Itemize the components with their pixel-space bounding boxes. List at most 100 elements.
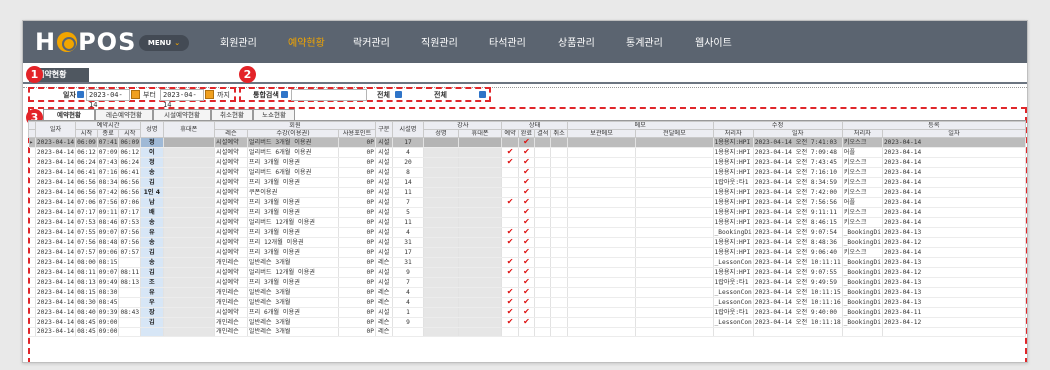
cell-status-reserved[interactable]: ✔: [501, 297, 519, 308]
cell-registered-date[interactable]: 2023-04-14: [882, 207, 1026, 218]
cell-course[interactable]: 일반레슨 3개월: [247, 297, 340, 308]
cell-type[interactable]: 시설: [375, 177, 393, 188]
cell-teacher-phone[interactable]: [458, 167, 503, 178]
cell-modified-by[interactable]: 1용용지:HPI: [713, 167, 754, 178]
cell-member-name[interactable]: 남: [140, 197, 164, 208]
cell-status-absent[interactable]: [534, 217, 552, 228]
cell-status-done[interactable]: ✔: [518, 267, 536, 278]
cell-status-done[interactable]: [518, 327, 536, 337]
cell-registered-date[interactable]: 2023-04-14: [882, 147, 1026, 158]
cell-type[interactable]: 시설: [375, 187, 393, 198]
cell-registered-by[interactable]: 키오스크: [842, 137, 883, 148]
cell-modified-date[interactable]: [753, 327, 843, 337]
cell-facility[interactable]: 4: [392, 227, 425, 238]
cell-status-reserved[interactable]: [501, 177, 519, 188]
cell-facility[interactable]: 4: [392, 297, 425, 308]
nav-reservation[interactable]: 예약현황: [288, 34, 325, 50]
cell-registered-by[interactable]: _BookingDi: [842, 257, 883, 268]
cell-member-name[interactable]: 조: [140, 277, 164, 288]
cell-status-cancel[interactable]: [550, 207, 568, 218]
header-facility[interactable]: 시설명: [391, 121, 425, 138]
cell-memo-deliver[interactable]: [635, 257, 714, 268]
cell-start[interactable]: 07:17: [75, 207, 98, 218]
cell-teacher-phone[interactable]: [458, 197, 503, 208]
cell-status-reserved[interactable]: ✔: [501, 147, 519, 158]
cell-status-reserved[interactable]: [501, 167, 519, 178]
cell-registered-by[interactable]: _BookingDi: [842, 287, 883, 298]
cell-date[interactable]: 2023-04-14: [35, 287, 77, 298]
cell-phone[interactable]: [163, 187, 216, 198]
nav-member[interactable]: 회원관리: [220, 34, 257, 50]
cell-teacher-name[interactable]: [423, 237, 459, 248]
cell-registered-by[interactable]: _BookingDi: [842, 267, 883, 278]
cell-modified-by[interactable]: 1랍아웃:타1: [713, 307, 754, 318]
cell-memo-deliver[interactable]: [635, 267, 714, 278]
header-status-cancel[interactable]: 취소: [550, 129, 568, 138]
cell-registered-date[interactable]: 2023-04-13: [882, 227, 1026, 238]
cell-memo-deliver[interactable]: [635, 137, 714, 148]
cell-modified-date[interactable]: 2023-04-14 오전 8:46:15: [753, 217, 843, 228]
cell-status-cancel[interactable]: [550, 197, 568, 208]
cell-type[interactable]: 레슨: [375, 327, 393, 337]
cell-status-reserved[interactable]: ✔: [501, 307, 519, 318]
cell-lesson[interactable]: 개인레슨: [214, 257, 248, 268]
cell-memo-deliver[interactable]: [635, 277, 714, 288]
cell-memo-deliver[interactable]: [635, 197, 714, 208]
cell-memo-deliver[interactable]: [635, 187, 714, 198]
cell-status-cancel[interactable]: [550, 217, 568, 228]
cell-modified-by[interactable]: 1용용지:HPI: [713, 217, 754, 228]
cell-type[interactable]: 시설: [375, 167, 393, 178]
cell-modified-by[interactable]: _LessonCon: [713, 317, 754, 328]
cell-type[interactable]: 시설: [375, 157, 393, 168]
cell-end[interactable]: 07:09: [97, 147, 120, 158]
cell-status-done[interactable]: ✔: [518, 207, 536, 218]
row-indicator[interactable]: [28, 237, 36, 248]
cell-memo-keep[interactable]: [567, 327, 637, 337]
cell-type[interactable]: 시설: [375, 227, 393, 238]
row-indicator[interactable]: [28, 217, 36, 228]
cell-status-reserved[interactable]: [501, 277, 519, 288]
cell-start2[interactable]: [118, 297, 142, 308]
cell-start2[interactable]: 08:43: [118, 307, 142, 318]
cell-teacher-name[interactable]: [423, 247, 459, 258]
cell-end[interactable]: 07:56: [97, 197, 120, 208]
cell-lesson[interactable]: 시설예약: [214, 187, 248, 198]
cell-course[interactable]: 프리 3개월 이용권: [247, 177, 340, 188]
cell-modified-date[interactable]: 2023-04-14 오전 8:48:36: [753, 237, 843, 248]
cell-modified-by[interactable]: 1용용지:HPI: [713, 157, 754, 168]
cell-lesson[interactable]: 시설예약: [214, 177, 248, 188]
cell-memo-deliver[interactable]: [635, 177, 714, 188]
cell-facility[interactable]: 7: [392, 197, 425, 208]
cell-member-name[interactable]: [140, 327, 164, 337]
cell-date[interactable]: 2023-04-14: [35, 297, 77, 308]
cell-type[interactable]: 시설: [375, 197, 393, 208]
cell-lesson[interactable]: 시설예약: [214, 307, 248, 318]
cell-status-reserved[interactable]: [501, 327, 519, 337]
cell-modified-date[interactable]: 2023-04-14 오전 9:11:11: [753, 207, 843, 218]
row-indicator[interactable]: [28, 327, 36, 337]
cell-modified-by[interactable]: 1용용지:HPI: [713, 247, 754, 258]
cell-status-reserved[interactable]: ✔: [501, 157, 519, 168]
header-points[interactable]: 사용포인트: [338, 129, 376, 138]
cell-date[interactable]: 2023-04-14: [35, 327, 77, 337]
cell-status-cancel[interactable]: [550, 187, 568, 198]
cell-status-cancel[interactable]: [550, 317, 568, 328]
cell-status-absent[interactable]: [534, 287, 552, 298]
cell-registered-by[interactable]: _BookingDi: [842, 277, 883, 288]
cell-registered-date[interactable]: 2023-04-13: [882, 277, 1026, 288]
header-start[interactable]: 시작: [75, 129, 98, 138]
cell-phone[interactable]: [163, 257, 216, 268]
cell-status-cancel[interactable]: [550, 277, 568, 288]
cell-end[interactable]: 08:15: [97, 257, 120, 268]
cell-lesson[interactable]: 개인레슨: [214, 327, 248, 337]
cell-phone[interactable]: [163, 317, 216, 328]
cell-registered-by[interactable]: 키오스크: [842, 217, 883, 228]
cell-status-done[interactable]: ✔: [518, 157, 536, 168]
cell-memo-keep[interactable]: [567, 307, 637, 318]
cell-registered-date[interactable]: 2023-04-14: [882, 167, 1026, 178]
cell-start[interactable]: 08:45: [75, 327, 98, 337]
header-status-absent[interactable]: 결석: [534, 129, 552, 138]
cell-modified-date[interactable]: 2023-04-14 오전 10:11:15: [753, 287, 843, 298]
cell-start[interactable]: 06:41: [75, 167, 98, 178]
cell-memo-keep[interactable]: [567, 277, 637, 288]
